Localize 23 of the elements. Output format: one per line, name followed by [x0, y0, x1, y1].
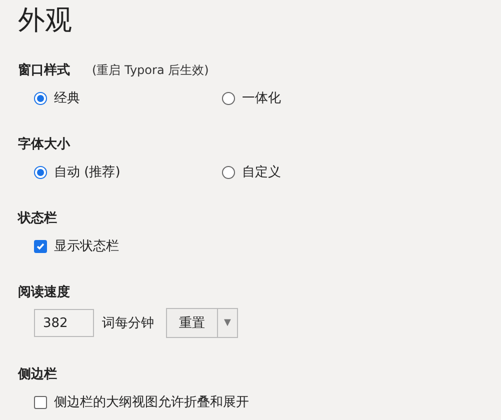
radio-option[interactable]: 自动 (推荐): [34, 162, 222, 182]
reset-button[interactable]: 重置: [166, 308, 218, 338]
section-heading: 阅读速度: [18, 284, 70, 301]
checkbox[interactable]: [34, 240, 47, 252]
checkbox-option[interactable]: 显示状态栏: [34, 236, 222, 256]
radio-option[interactable]: 经典: [34, 88, 222, 108]
radio-button[interactable]: [222, 92, 235, 104]
section-heading: 状态栏: [18, 210, 57, 227]
unit-label: 词每分钟: [102, 315, 154, 332]
section-heading: 窗口样式: [18, 62, 70, 79]
checkbox[interactable]: [34, 396, 47, 408]
radio-option[interactable]: 自定义: [222, 162, 410, 182]
page-title: 外观: [18, 4, 72, 38]
checkbox-option[interactable]: 侧边栏的大纲视图允许折叠和展开: [34, 392, 249, 412]
radio-button[interactable]: [34, 92, 47, 104]
radio-option[interactable]: 一体化: [222, 88, 410, 108]
section-note: (重启 Typora 后生效): [92, 62, 209, 78]
radio-button[interactable]: [222, 166, 235, 178]
section-heading: 字体大小: [18, 136, 70, 153]
radio-button[interactable]: [34, 166, 47, 178]
speed-input[interactable]: 382: [34, 309, 94, 337]
section-heading: 侧边栏: [18, 366, 57, 383]
dropdown-button[interactable]: ▼: [218, 308, 238, 338]
